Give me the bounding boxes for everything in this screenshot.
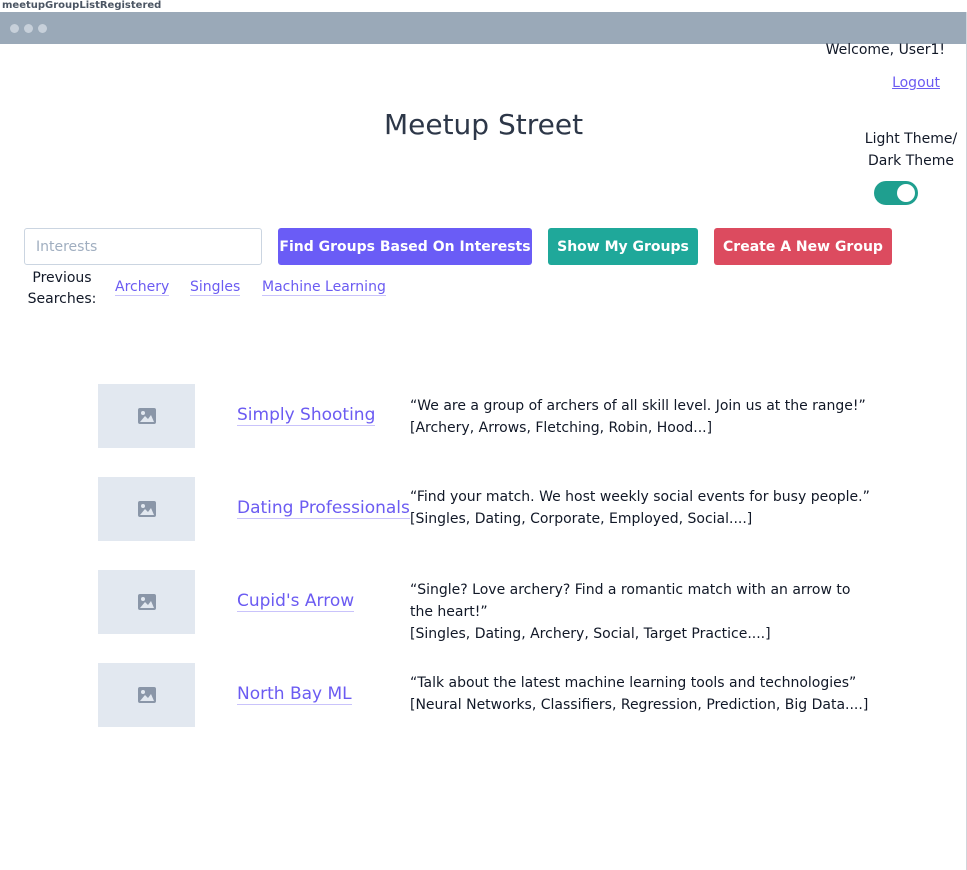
image-placeholder-icon — [137, 687, 156, 703]
window-control-dot[interactable] — [24, 23, 33, 33]
page-title: Meetup Street — [383, 108, 584, 141]
theme-label-line-1: Light Theme/ — [864, 131, 958, 147]
group-name-link[interactable]: North Bay ML — [237, 684, 352, 705]
frame-label: meetupGroupListRegistered — [2, 0, 162, 11]
group-tags: [Singles, Dating, Corporate, Employed, S… — [410, 511, 753, 527]
previous-search-archery[interactable]: Archery — [115, 279, 170, 296]
toggle-knob — [897, 184, 915, 202]
group-tags: [Neural Networks, Classifiers, Regressio… — [410, 697, 869, 713]
group-name-link[interactable]: Cupid's Arrow — [237, 591, 355, 612]
group-tagline: “Single? Love archery? Find a romantic m… — [410, 582, 851, 620]
group-tagline: “Find your match. We host weekly social … — [410, 489, 870, 505]
window-control-dot[interactable] — [38, 23, 47, 33]
image-placeholder-icon — [137, 501, 156, 517]
group-description: “We are a group of archers of all skill … — [410, 395, 870, 439]
group-tagline: “Talk about the latest machine learning … — [410, 675, 857, 691]
image-placeholder-icon — [137, 408, 156, 424]
show-my-groups-button[interactable]: Show My Groups — [548, 228, 698, 265]
group-tags: [Archery, Arrows, Fletching, Robin, Hood… — [410, 420, 713, 436]
group-thumbnail[interactable] — [98, 477, 195, 541]
previous-searches-label-line-2: Searches: — [27, 291, 97, 307]
group-thumbnail[interactable] — [98, 663, 195, 727]
image-placeholder-icon — [137, 594, 156, 610]
previous-search-machine-learning[interactable]: Machine Learning — [262, 279, 386, 296]
group-name-link[interactable]: Dating Professionals — [237, 498, 410, 519]
group-description: “Talk about the latest machine learning … — [410, 672, 870, 716]
welcome-text: Welcome, User1! — [825, 42, 945, 58]
group-description: “Single? Love archery? Find a romantic m… — [410, 579, 870, 645]
theme-label-line-2: Dark Theme — [868, 153, 954, 169]
window-titlebar — [0, 12, 966, 44]
logout-link[interactable]: Logout — [892, 75, 940, 91]
group-name-link[interactable]: Simply Shooting — [237, 405, 376, 426]
previous-search-singles[interactable]: Singles — [190, 279, 241, 296]
theme-label: Light Theme/ Dark Theme — [861, 128, 961, 172]
previous-searches-label-line-1: Previous — [32, 270, 92, 286]
previous-searches-label: Previous Searches: — [24, 268, 100, 310]
theme-toggle[interactable] — [874, 181, 918, 205]
window-control-dot[interactable] — [10, 23, 19, 33]
find-groups-button[interactable]: Find Groups Based On Interests — [278, 228, 532, 265]
group-description: “Find your match. We host weekly social … — [410, 486, 870, 530]
group-thumbnail[interactable] — [98, 570, 195, 634]
group-thumbnail[interactable] — [98, 384, 195, 448]
group-tagline: “We are a group of archers of all skill … — [410, 398, 866, 414]
interests-search-input[interactable] — [24, 228, 262, 265]
group-tags: [Singles, Dating, Archery, Social, Targe… — [410, 626, 771, 642]
create-group-button[interactable]: Create A New Group — [714, 228, 892, 265]
